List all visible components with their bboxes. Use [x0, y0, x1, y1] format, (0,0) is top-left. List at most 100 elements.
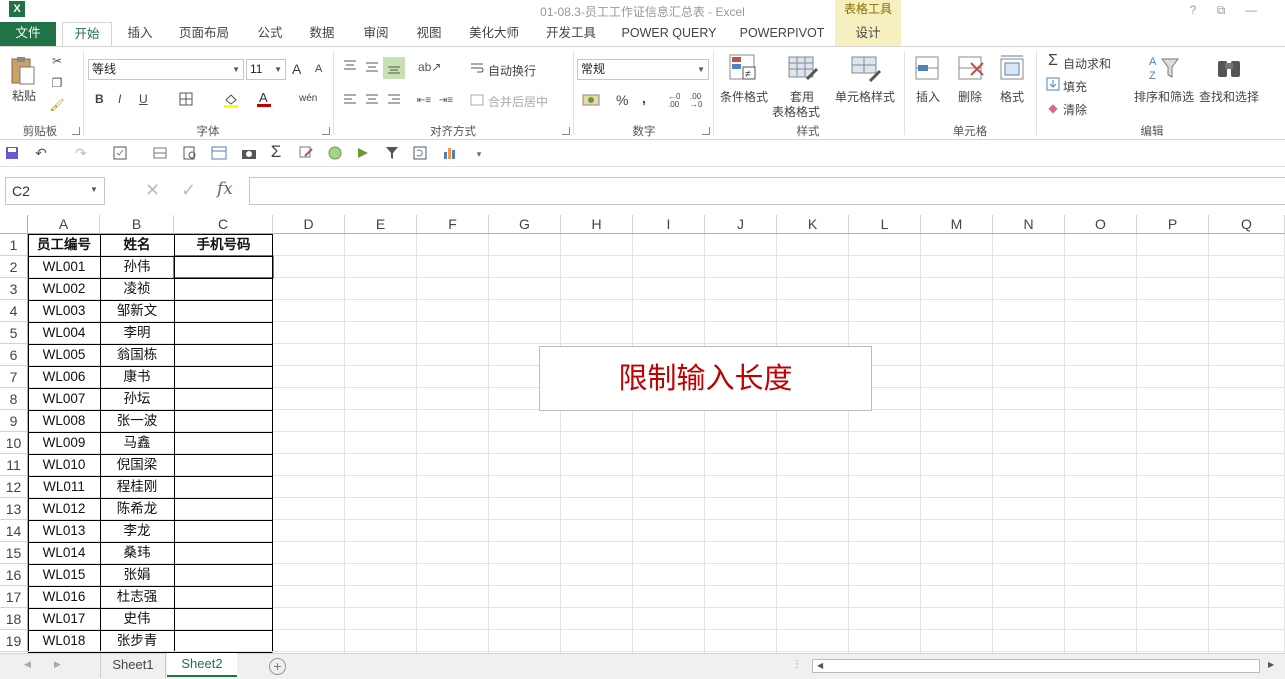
- camera-icon[interactable]: [240, 146, 258, 162]
- merge-center-icon[interactable]: [470, 93, 484, 107]
- horizontal-scrollbar[interactable]: ◀: [812, 659, 1260, 673]
- percent-button[interactable]: %: [616, 92, 628, 108]
- number-launcher-icon[interactable]: [702, 127, 710, 135]
- clear-button[interactable]: 清除: [1063, 101, 1087, 118]
- conditional-formatting-icon[interactable]: ≠: [728, 53, 760, 85]
- font-color-icon[interactable]: A: [255, 90, 273, 108]
- bold-button[interactable]: B: [95, 92, 104, 106]
- format-cells-icon[interactable]: [997, 53, 1029, 85]
- ribbon-display-button[interactable]: ⧉: [1210, 2, 1232, 18]
- fill-down-icon[interactable]: [1045, 77, 1061, 93]
- tab-design[interactable]: 设计: [835, 22, 901, 46]
- format-painter-icon[interactable]: 🖌: [48, 97, 66, 113]
- tab-home[interactable]: 开始: [62, 22, 112, 47]
- underline-button[interactable]: U: [139, 92, 148, 106]
- shrink-font-button[interactable]: A: [315, 63, 322, 75]
- fill-button[interactable]: 填充: [1063, 78, 1087, 95]
- print-preview-icon[interactable]: [182, 146, 198, 162]
- tab-formulas[interactable]: 公式: [248, 22, 292, 46]
- minimize-button[interactable]: —: [1240, 2, 1262, 18]
- table-icon[interactable]: [152, 146, 168, 162]
- orientation-icon[interactable]: ab↗: [418, 59, 441, 75]
- tab-review[interactable]: 审阅: [354, 22, 398, 46]
- scroll-right-icon[interactable]: ▶: [54, 659, 61, 670]
- cancel-icon[interactable]: ✕: [145, 180, 160, 201]
- tab-powerpivot[interactable]: POWERPIVOT: [734, 22, 830, 46]
- scroll-left-icon[interactable]: ◀: [24, 659, 31, 670]
- callout-textbox[interactable]: 限制输入长度: [539, 346, 872, 411]
- cell-styles-icon[interactable]: [850, 53, 882, 85]
- delete-cells-button[interactable]: 删除: [958, 88, 982, 105]
- enter-icon[interactable]: ✓: [181, 180, 196, 201]
- increase-decimal-button[interactable]: ←0 .00: [668, 93, 686, 109]
- form-icon[interactable]: [112, 146, 128, 162]
- clipboard-launcher-icon[interactable]: [72, 127, 80, 135]
- number-format-combo[interactable]: 常规 ▼: [577, 59, 709, 80]
- autosum-icon[interactable]: Σ: [1045, 53, 1061, 69]
- tab-page-layout[interactable]: 页面布局: [172, 22, 236, 46]
- comma-button[interactable]: ,: [642, 90, 646, 106]
- refresh-icon[interactable]: [412, 146, 428, 162]
- align-top-icon[interactable]: [342, 59, 358, 75]
- spell-check-icon[interactable]: [298, 146, 314, 162]
- help-button[interactable]: ?: [1182, 2, 1204, 18]
- tab-insert[interactable]: 插入: [118, 22, 162, 46]
- bar-chart-icon[interactable]: [442, 146, 458, 162]
- circle-icon[interactable]: [327, 146, 343, 162]
- tab-developer[interactable]: 开发工具: [538, 22, 604, 46]
- formula-input[interactable]: [249, 177, 1285, 205]
- decrease-indent-icon[interactable]: ⇤≡: [416, 93, 432, 109]
- align-bottom-icon[interactable]: [383, 57, 405, 79]
- name-box-chevron-icon[interactable]: ▼: [90, 185, 98, 194]
- sheet-tab-1[interactable]: Sheet1: [100, 654, 166, 678]
- wrap-text-button[interactable]: 自动换行: [488, 62, 536, 79]
- format-cells-button[interactable]: 格式: [1000, 88, 1024, 105]
- customize-qat-icon[interactable]: ▾: [472, 146, 486, 162]
- align-middle-icon[interactable]: [364, 59, 380, 75]
- increase-indent-icon[interactable]: ⇥≡: [438, 93, 454, 109]
- splitter-icon[interactable]: ⋮: [792, 659, 802, 670]
- italic-button[interactable]: I: [118, 92, 121, 106]
- tab-power-query[interactable]: POWER QUERY: [614, 22, 724, 46]
- tab-file[interactable]: 文件: [0, 22, 56, 46]
- align-left-icon[interactable]: [342, 93, 358, 109]
- delete-cells-icon[interactable]: [955, 53, 987, 85]
- save-icon[interactable]: [4, 146, 20, 162]
- borders-icon[interactable]: [178, 92, 194, 108]
- fill-color-icon[interactable]: [222, 91, 240, 109]
- align-right-icon[interactable]: [386, 93, 402, 109]
- paste-icon[interactable]: [8, 55, 40, 87]
- sheet-tab-2[interactable]: Sheet2: [167, 653, 237, 677]
- alignment-launcher-icon[interactable]: [562, 127, 570, 135]
- copy-icon[interactable]: ❐: [48, 75, 66, 91]
- redo-icon[interactable]: ↷: [72, 145, 90, 161]
- font-name-combo[interactable]: 等线 ▼: [88, 59, 244, 80]
- scroll-right-arrow-icon[interactable]: ▶: [1268, 660, 1274, 669]
- insert-function-button[interactable]: fx: [217, 179, 233, 199]
- cut-icon[interactable]: ✂: [48, 53, 66, 69]
- format-as-table-icon[interactable]: [787, 53, 819, 85]
- filter-icon[interactable]: [384, 146, 400, 162]
- tab-data[interactable]: 数据: [300, 22, 344, 46]
- sort-filter-button[interactable]: 排序和筛选: [1134, 88, 1194, 105]
- phonetic-button[interactable]: wén: [299, 93, 317, 104]
- autosum-button[interactable]: 自动求和: [1063, 55, 1111, 72]
- decrease-decimal-button[interactable]: .00 →0: [690, 93, 708, 109]
- font-size-combo[interactable]: 11 ▼: [246, 59, 286, 80]
- insert-cells-icon[interactable]: [912, 53, 944, 85]
- sort-filter-icon[interactable]: AZ: [1148, 53, 1180, 85]
- undo-icon[interactable]: ↶: [32, 145, 50, 161]
- format-as-table-line2[interactable]: 表格格式: [772, 103, 820, 120]
- eraser-icon[interactable]: ◆: [1045, 100, 1061, 116]
- grow-font-button[interactable]: A: [292, 61, 301, 77]
- tab-view[interactable]: 视图: [407, 22, 451, 46]
- currency-icon[interactable]: [581, 93, 601, 109]
- find-select-button[interactable]: 查找和选择: [1199, 88, 1259, 105]
- conditional-formatting-button[interactable]: 条件格式: [720, 88, 768, 105]
- wrap-text-icon[interactable]: [470, 61, 484, 75]
- merge-center-button[interactable]: 合并后居中: [488, 93, 548, 110]
- font-launcher-icon[interactable]: [322, 127, 330, 135]
- align-center-icon[interactable]: [364, 93, 380, 109]
- insert-cells-button[interactable]: 插入: [916, 88, 940, 105]
- new-sheet-icon[interactable]: +: [269, 658, 286, 675]
